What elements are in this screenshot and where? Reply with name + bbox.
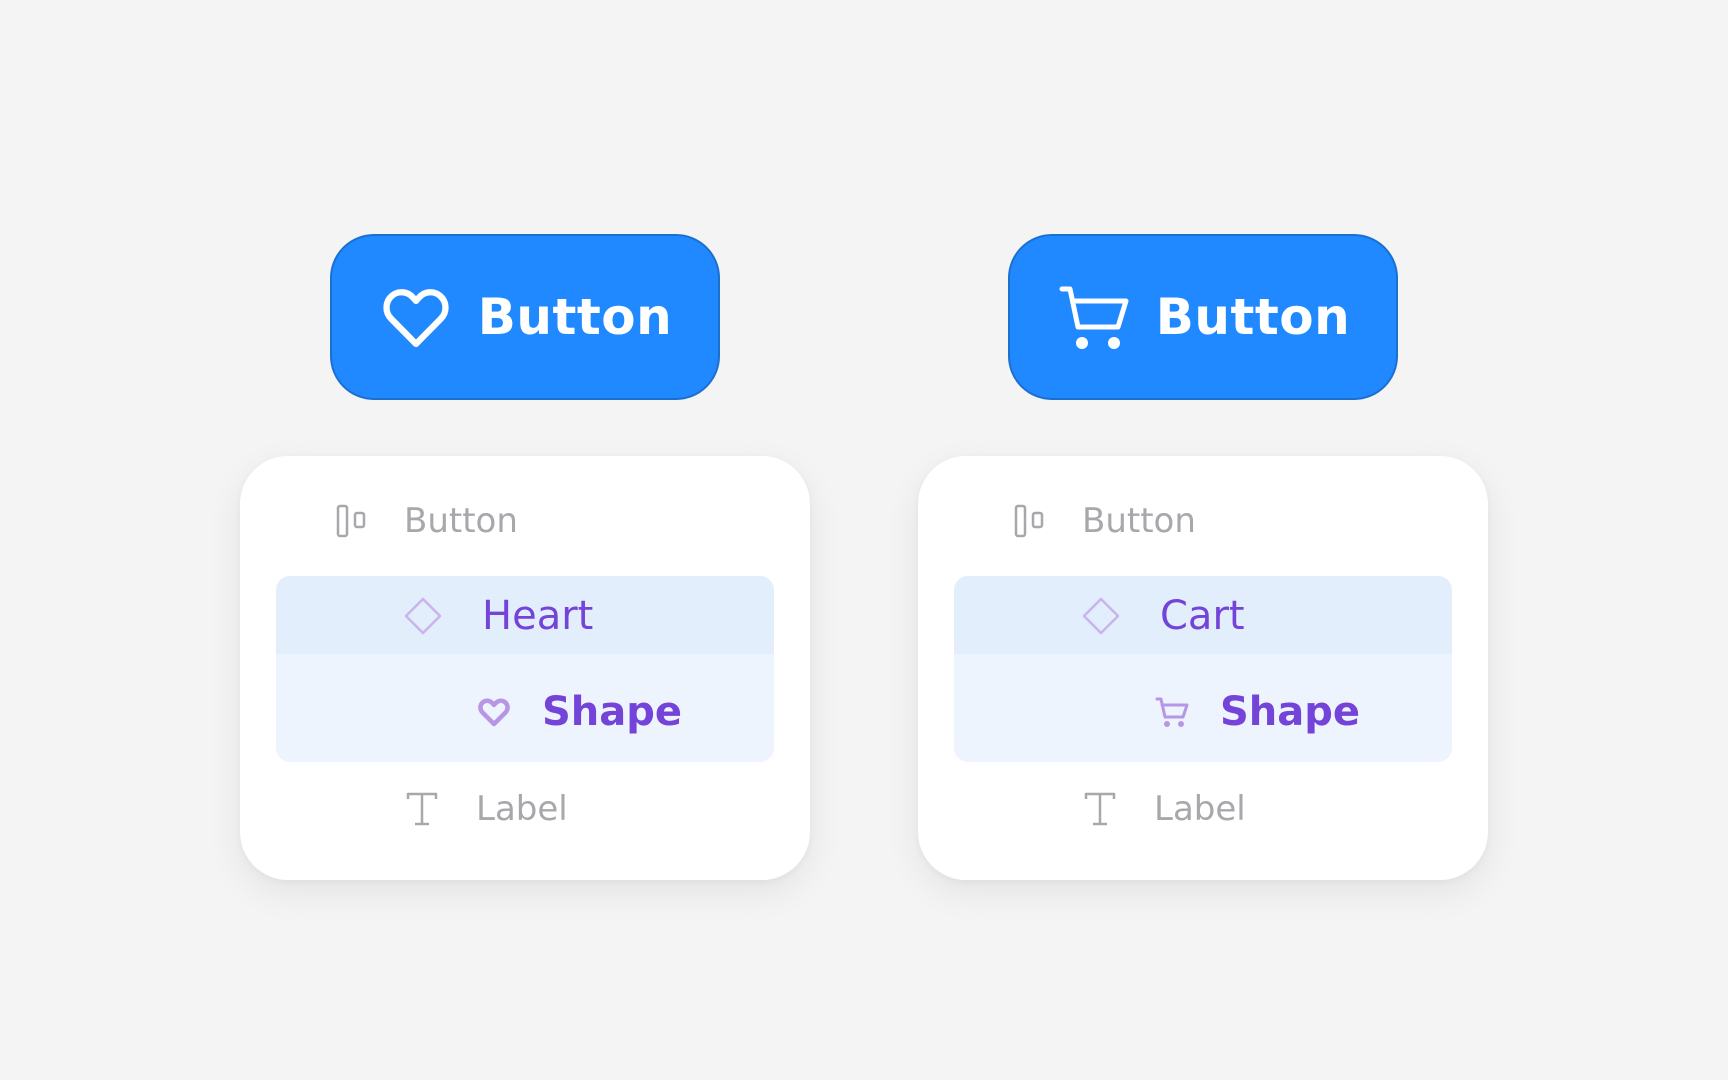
example-cart: Button Button Cart Shape Label (918, 0, 1488, 1080)
heart-button[interactable]: Button (330, 234, 720, 400)
cart-icon (1154, 694, 1190, 730)
example-heart: Button Button Heart Shape Label (240, 0, 810, 1080)
layer-label: Shape (1220, 689, 1361, 735)
cart-button[interactable]: Button (1008, 234, 1398, 400)
text-icon (1082, 790, 1118, 828)
layer-label: Label (1154, 789, 1246, 829)
text-icon (404, 790, 440, 828)
frame-layout-icon (336, 504, 368, 538)
button-label: Button (1155, 288, 1351, 346)
heart-icon (476, 694, 512, 730)
canvas: Button Button Heart Shape Label Button B… (0, 0, 1728, 1080)
layer-label: Cart (1160, 593, 1245, 639)
layer-heart-shape[interactable]: Shape (476, 686, 682, 738)
frame-layout-icon (1014, 504, 1046, 538)
layer-label: Label (476, 789, 568, 829)
layer-label: Heart (482, 593, 594, 639)
cart-icon (1056, 279, 1132, 355)
heart-icon (378, 279, 454, 355)
layer-text-label[interactable]: Label (404, 784, 568, 834)
button-label: Button (477, 288, 673, 346)
layer-text-label[interactable]: Label (1082, 784, 1246, 834)
layer-label: Button (404, 501, 518, 541)
layer-label: Button (1082, 501, 1196, 541)
layer-heart-component[interactable]: Heart (402, 590, 593, 642)
layer-button[interactable]: Button (336, 496, 518, 546)
layer-label: Shape (542, 689, 683, 735)
layer-button[interactable]: Button (1014, 496, 1196, 546)
layer-cart-component[interactable]: Cart (1080, 590, 1245, 642)
layer-cart-shape[interactable]: Shape (1154, 686, 1360, 738)
component-diamond-icon (402, 595, 444, 637)
component-diamond-icon (1080, 595, 1122, 637)
